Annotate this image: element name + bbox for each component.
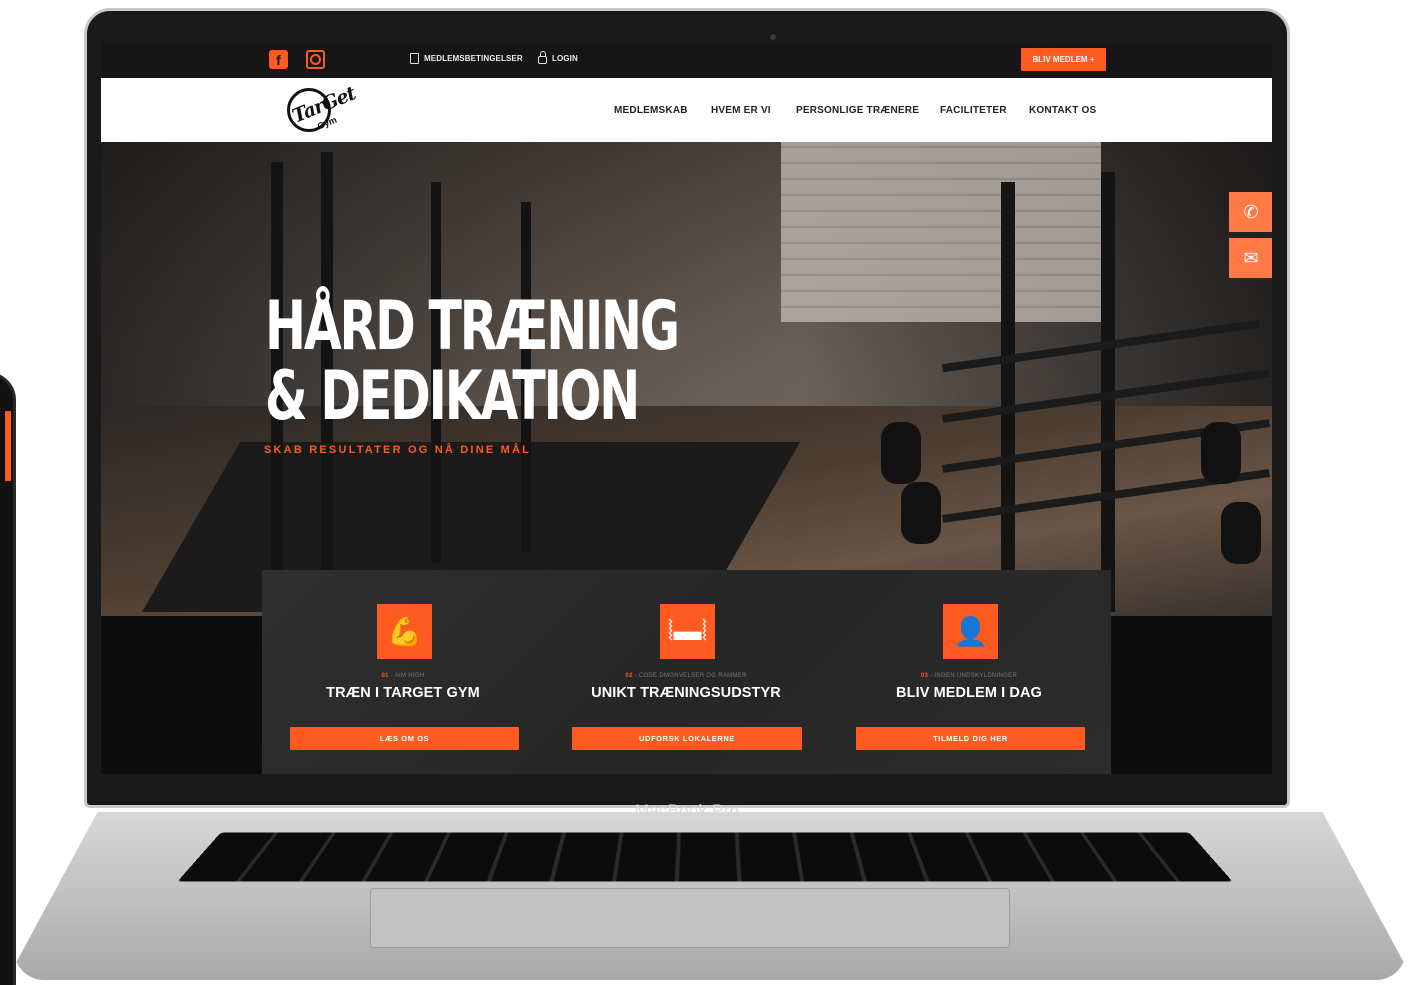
- lock-icon: [538, 56, 547, 64]
- flexing-body-icon: 💪: [377, 604, 432, 659]
- membership-terms-link[interactable]: MEDLEMSBETINGELSER: [410, 53, 523, 64]
- phone-device-edge: [0, 372, 16, 985]
- membership-terms-label: MEDLEMSBETINGELSER: [424, 54, 523, 63]
- about-us-button[interactable]: LÆS OM OS: [290, 727, 519, 750]
- hero-title-line2: & DEDIKATION: [265, 362, 678, 432]
- weight-plate-image: [901, 482, 941, 544]
- hero-subtitle: SKAB RESULTATER OG NÅ DINE MÅL: [264, 444, 531, 456]
- webcam: [770, 34, 776, 40]
- nav-item-membership[interactable]: MEDLEMSKAB: [614, 105, 688, 116]
- nav-item-about[interactable]: HVEM ER VI: [711, 105, 771, 116]
- card-tag: 02 - CODE DMGNVELSER OG RAMMER: [545, 673, 827, 679]
- weight-plate-image: [1221, 502, 1261, 564]
- dumbbell-icon: ⦚▬⦚: [660, 604, 715, 659]
- phone-screen-accent: [5, 411, 11, 481]
- feature-card-train: 💪 01 - AIM HIGH TRÆN I TARGET GYM LÆS OM…: [262, 570, 544, 774]
- become-member-button[interactable]: BLIV MEDLEM +: [1021, 48, 1106, 71]
- card-title: TRÆN I TARGET GYM: [262, 685, 544, 701]
- trackpad: [370, 888, 1010, 948]
- equipment-rack-image: [1001, 182, 1015, 602]
- weight-plate-image: [1201, 422, 1241, 484]
- feature-card-equipment: ⦚▬⦚ 02 - CODE DMGNVELSER OG RAMMER UNIKT…: [545, 570, 827, 774]
- nav-item-contact[interactable]: KONTAKT OS: [1029, 105, 1096, 116]
- document-icon: [410, 53, 419, 64]
- card-title: BLIV MEDLEM I DAG: [828, 685, 1110, 701]
- instagram-icon[interactable]: [306, 50, 325, 69]
- main-navbar: TarGet Gym MEDLEMSKAB HVEM ER VI PERSONL…: [101, 78, 1272, 142]
- card-tag: 03 - INGEN UNDSKYLDNINGER: [828, 673, 1110, 679]
- top-bar: f MEDLEMSBETINGELSER LOGIN BLIV MEDLEM +: [101, 41, 1272, 78]
- sign-up-button[interactable]: TILMELD DIG HER: [856, 727, 1085, 750]
- hero-section: HÅRD TRÆNING & DEDIKATION SKAB RESULTATE…: [101, 142, 1272, 616]
- target-gym-logo[interactable]: TarGet Gym: [283, 84, 363, 138]
- phone-icon[interactable]: ✆: [1229, 192, 1272, 232]
- weight-plate-image: [881, 422, 921, 484]
- garage-door-image: [781, 142, 1101, 322]
- card-tag: 01 - AIM HIGH: [262, 673, 544, 679]
- website-screen: f MEDLEMSBETINGELSER LOGIN BLIV MEDLEM +…: [101, 41, 1272, 774]
- feature-cards: 💪 01 - AIM HIGH TRÆN I TARGET GYM LÆS OM…: [262, 570, 1111, 774]
- keyboard: [177, 832, 1232, 881]
- feature-card-join: 👤 03 - INGEN UNDSKYLDNINGER BLIV MEDLEM …: [828, 570, 1110, 774]
- nav-item-trainers[interactable]: PERSONLIGE TRÆNERE: [796, 105, 919, 116]
- login-link[interactable]: LOGIN: [538, 53, 578, 64]
- login-label: LOGIN: [552, 54, 578, 63]
- mail-icon[interactable]: ✉: [1229, 238, 1272, 278]
- hero-title-line1: HÅRD TRÆNING: [265, 292, 678, 362]
- card-title: UNIKT TRÆNINGSUDSTYR: [545, 685, 827, 701]
- facebook-icon[interactable]: f: [269, 50, 288, 69]
- explore-facilities-button[interactable]: UDFORSK LOKALERNE: [572, 727, 802, 750]
- nav-item-facilities[interactable]: FACILITETER: [940, 105, 1007, 116]
- hero-title: HÅRD TRÆNING & DEDIKATION: [265, 292, 678, 432]
- add-user-icon: 👤: [943, 604, 998, 659]
